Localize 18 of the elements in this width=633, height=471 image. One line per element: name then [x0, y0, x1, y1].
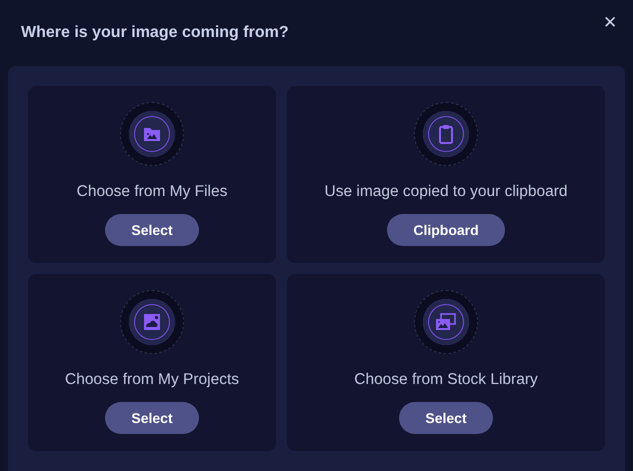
- option-card[interactable]: Choose from Stock Library Select: [287, 274, 605, 451]
- close-button[interactable]: ✕: [599, 12, 621, 34]
- picture-icon: [143, 313, 161, 331]
- option-card[interactable]: Use image copied to your clipboard Clipboard: [287, 86, 605, 263]
- clipboard-icon: [438, 124, 454, 144]
- option-button[interactable]: Select: [399, 402, 493, 434]
- option-label: Use image copied to your clipboard: [324, 183, 568, 201]
- folder-picture-icon: [143, 126, 161, 142]
- option-card[interactable]: Choose from My Projects Select: [28, 274, 276, 451]
- option-label: Choose from My Files: [76, 183, 228, 201]
- option-label: Choose from My Projects: [65, 371, 239, 389]
- option-button[interactable]: Select: [105, 402, 199, 434]
- option-card[interactable]: Choose from My Files Select: [28, 86, 276, 263]
- pictures-icon: [435, 313, 457, 331]
- option-button[interactable]: Select: [105, 214, 199, 246]
- option-label: Choose from Stock Library: [354, 371, 538, 389]
- dialog-title: Where is your image coming from?: [21, 24, 289, 42]
- option-button[interactable]: Clipboard: [387, 214, 505, 246]
